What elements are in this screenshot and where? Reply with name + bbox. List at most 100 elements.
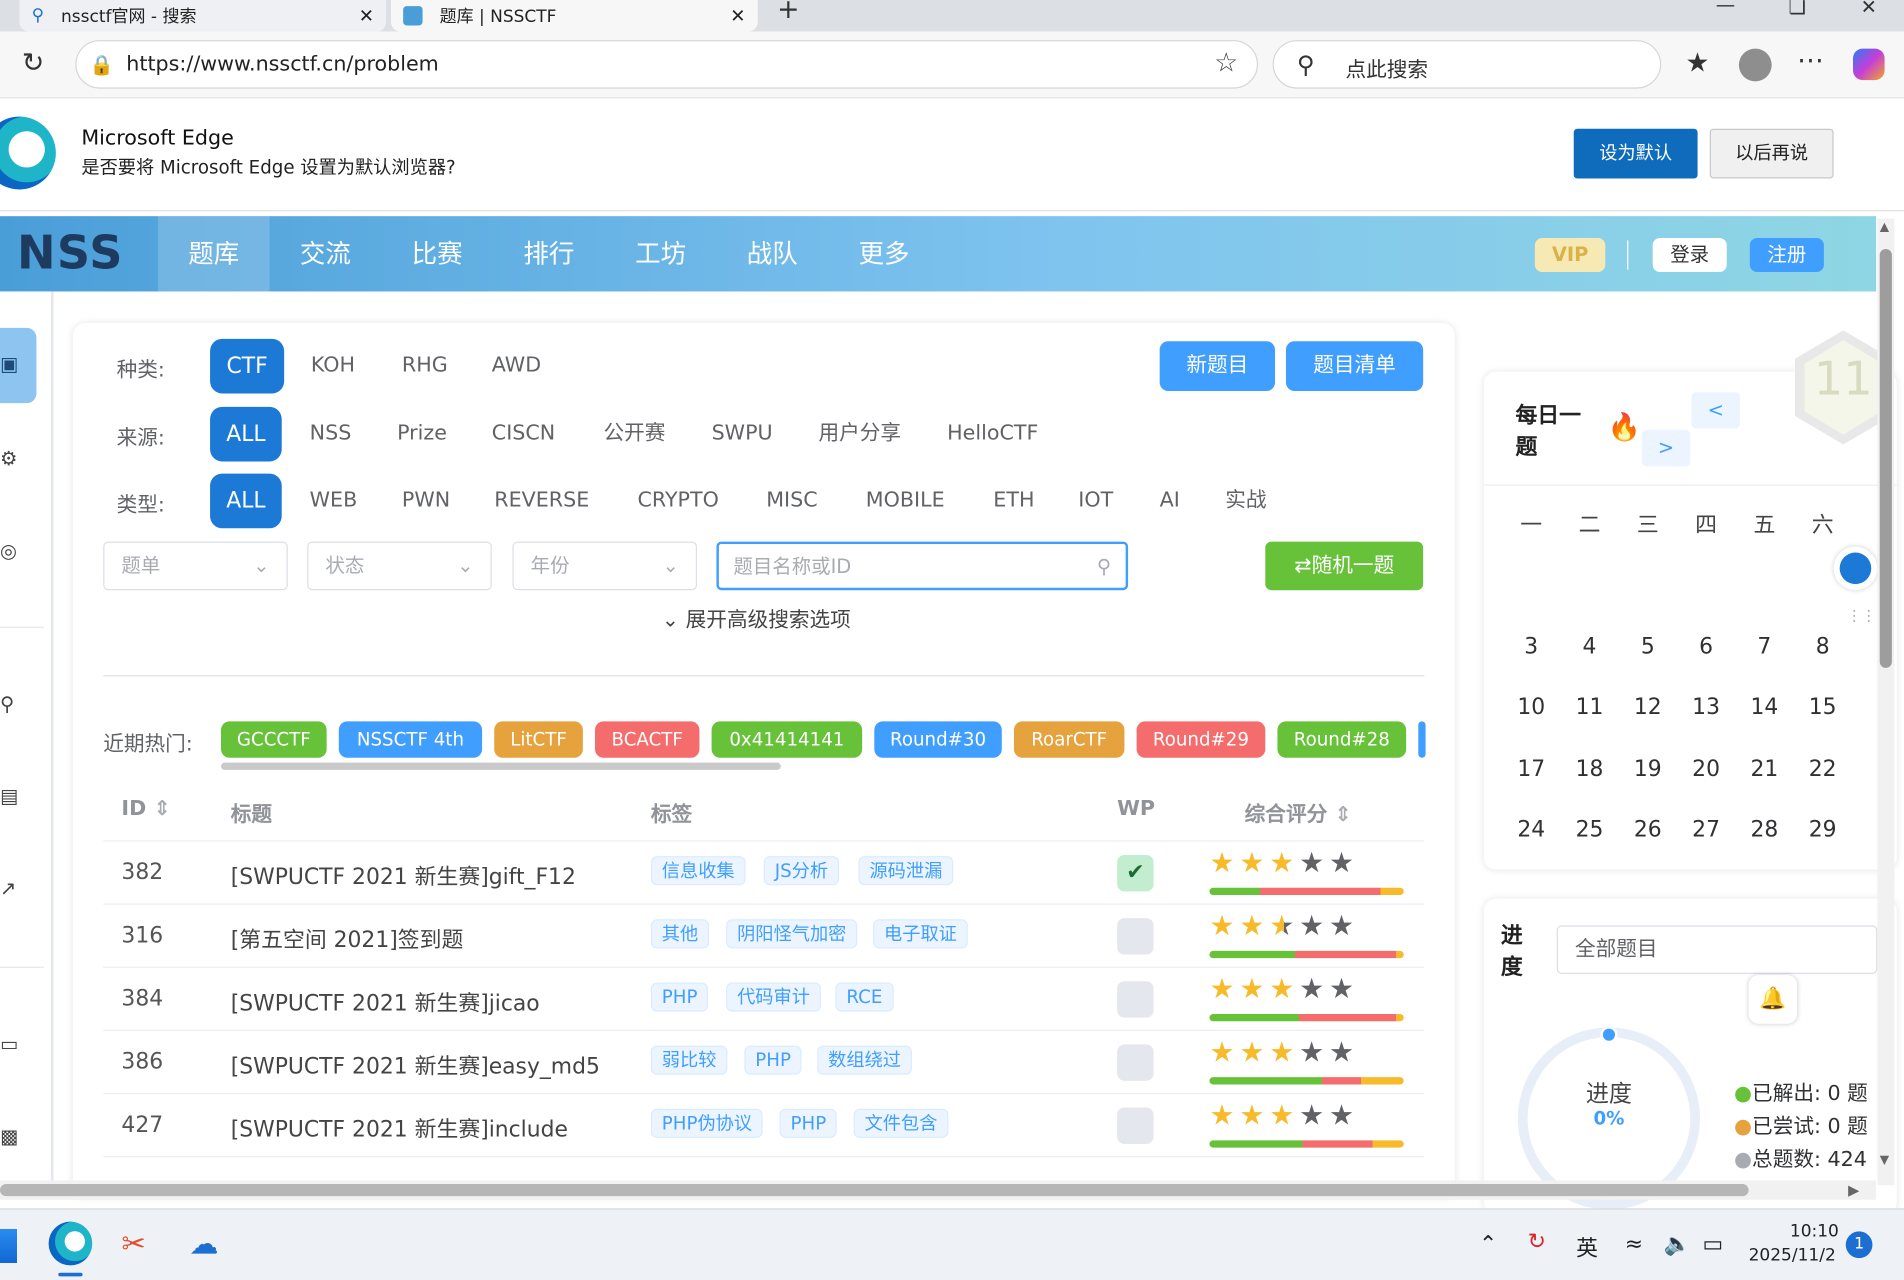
calendar-day[interactable]: 18 bbox=[1565, 757, 1614, 783]
calendar-day[interactable]: 6 bbox=[1682, 634, 1731, 660]
problem-tag[interactable]: JS分析 bbox=[763, 856, 840, 886]
problem-tag[interactable]: 弱比较 bbox=[650, 1045, 728, 1075]
random-problem-button[interactable]: ⇄随机一题 bbox=[1265, 541, 1424, 591]
horizontal-scroll-thumb[interactable] bbox=[0, 1184, 1749, 1197]
category-ctf[interactable]: CTF bbox=[210, 338, 285, 394]
list-select[interactable]: 题单 ⌄ bbox=[103, 541, 288, 591]
drag-handle-icon[interactable]: ⋮⋮ bbox=[1847, 607, 1876, 624]
problem-tag[interactable]: PHP bbox=[744, 1045, 802, 1075]
calendar-day[interactable]: 13 bbox=[1682, 695, 1731, 721]
browser-search-placeholder[interactable]: 点此搜索 bbox=[1345, 52, 1428, 82]
calendar-day[interactable]: 20 bbox=[1682, 757, 1731, 783]
problem-tag[interactable]: 其他 bbox=[650, 919, 710, 949]
nav-item-problems[interactable]: 题库 bbox=[157, 216, 270, 292]
source-nss[interactable]: NSS bbox=[310, 408, 352, 459]
column-header-id[interactable]: ID ⇕ bbox=[121, 797, 170, 826]
lock-icon[interactable]: 🔒 bbox=[90, 53, 114, 76]
problem-title[interactable]: [第五空间 2021]签到题 bbox=[231, 923, 464, 955]
source-public[interactable]: 公开赛 bbox=[604, 408, 666, 459]
calendar-day[interactable]: 17 bbox=[1507, 757, 1556, 783]
writeup-box[interactable] bbox=[1117, 1107, 1154, 1144]
cloud-app-icon[interactable]: ☁ bbox=[189, 1227, 218, 1261]
calendar-day[interactable]: 29 bbox=[1798, 817, 1847, 843]
calendar-day[interactable]: 10 bbox=[1507, 695, 1556, 721]
browser-tab-search[interactable]: ⚲ nssctf官网 - 搜索 ✕ bbox=[19, 0, 387, 32]
problem-title[interactable]: [SWPUCTF 2021 新生赛]gift_F12 bbox=[231, 860, 576, 892]
favorites-icon[interactable]: ★ bbox=[1685, 49, 1709, 79]
calendar-day[interactable]: 22 bbox=[1798, 757, 1847, 783]
vertical-scroll-thumb[interactable] bbox=[1879, 248, 1892, 668]
type-iot[interactable]: IOT bbox=[1078, 475, 1113, 526]
sort-icon[interactable]: ⇕ bbox=[1334, 803, 1351, 827]
problem-title[interactable]: [SWPUCTF 2021 新生赛]jicao bbox=[231, 986, 540, 1018]
sync-icon[interactable]: ↻ bbox=[1528, 1229, 1546, 1255]
hot-tag[interactable]: NSSCTF 4th bbox=[338, 721, 483, 758]
scroll-up-icon[interactable]: ▲ bbox=[1880, 221, 1889, 234]
calendar-day[interactable]: 3 bbox=[1507, 634, 1556, 660]
hot-tag[interactable]: Round#29 bbox=[1136, 721, 1266, 758]
site-logo[interactable]: NSS bbox=[17, 226, 124, 279]
later-button[interactable]: 以后再说 bbox=[1709, 128, 1834, 179]
next-month-button[interactable]: > bbox=[1641, 429, 1691, 467]
source-ciscn[interactable]: CISCN bbox=[492, 408, 555, 459]
arrow-icon[interactable]: ↗ bbox=[0, 877, 36, 904]
bell-icon[interactable]: 🔔 bbox=[1748, 975, 1798, 1024]
set-default-button[interactable]: 设为默认 bbox=[1573, 128, 1698, 179]
type-crypto[interactable]: CRYPTO bbox=[638, 475, 719, 526]
type-all[interactable]: ALL bbox=[210, 473, 282, 529]
nav-item-contests[interactable]: 比赛 bbox=[381, 216, 493, 291]
calendar-day[interactable]: 7 bbox=[1740, 634, 1789, 660]
status-select[interactable]: 状态 ⌄ bbox=[307, 541, 492, 591]
search-icon[interactable]: ⚲ bbox=[0, 692, 36, 719]
calendar-day[interactable]: 4 bbox=[1565, 634, 1614, 660]
sort-icon[interactable]: ⇕ bbox=[153, 797, 170, 821]
calendar-day[interactable]: 5 bbox=[1624, 634, 1673, 660]
problem-tag[interactable]: 阴阳怪气加密 bbox=[726, 919, 858, 949]
qrcode-icon[interactable]: ▩ bbox=[0, 1125, 36, 1152]
type-ai[interactable]: AI bbox=[1160, 475, 1180, 526]
problem-tag[interactable]: RCE bbox=[835, 982, 894, 1012]
close-tab-icon[interactable]: ✕ bbox=[730, 5, 745, 27]
new-problems-button[interactable]: 新题目 bbox=[1159, 341, 1276, 392]
scroll-right-icon[interactable]: ▶ bbox=[1848, 1182, 1859, 1199]
notification-badge[interactable]: 1 bbox=[1845, 1231, 1873, 1259]
type-web[interactable]: WEB bbox=[310, 475, 358, 526]
source-all[interactable]: ALL bbox=[210, 406, 282, 462]
close-tab-icon[interactable]: ✕ bbox=[359, 5, 374, 27]
problem-tag[interactable]: PHP伪协议 bbox=[650, 1108, 764, 1138]
snipping-tool-icon[interactable]: ✂ bbox=[121, 1227, 145, 1261]
calendar-day[interactable]: 21 bbox=[1740, 757, 1789, 783]
ime-indicator[interactable]: 英 bbox=[1576, 1231, 1598, 1263]
more-menu-icon[interactable]: ⋯ bbox=[1797, 46, 1824, 76]
calendar-day[interactable]: 25 bbox=[1565, 817, 1614, 843]
problem-tag[interactable]: PHP bbox=[650, 982, 709, 1012]
hot-tag[interactable]: Round#30 bbox=[874, 721, 1002, 758]
register-button[interactable]: 注册 bbox=[1749, 238, 1824, 273]
show-hidden-icons-button[interactable]: ⌃ bbox=[1479, 1231, 1497, 1257]
restore-window-button[interactable]: ❏ bbox=[1779, 0, 1815, 19]
clock-date[interactable]: 2025/11/2 bbox=[1749, 1246, 1836, 1265]
problem-tag[interactable]: 代码审计 bbox=[726, 982, 821, 1012]
problem-title[interactable]: [SWPUCTF 2021 新生赛]easy_md5 bbox=[231, 1049, 600, 1081]
hot-tag[interactable]: GCCCTF bbox=[221, 721, 327, 758]
clock-time[interactable]: 10:10 bbox=[1790, 1222, 1839, 1241]
hot-tag[interactable]: BCACTF bbox=[595, 721, 700, 758]
settings-icon[interactable]: ⚙ bbox=[0, 447, 36, 474]
writeup-box[interactable] bbox=[1117, 918, 1154, 955]
minimize-window-button[interactable]: — bbox=[1707, 0, 1743, 17]
nav-item-teams[interactable]: 战队 bbox=[716, 216, 828, 291]
writeup-check-icon[interactable]: ✔ bbox=[1117, 854, 1154, 892]
year-select[interactable]: 年份 ⌄ bbox=[512, 541, 698, 591]
problem-tag[interactable]: 电子取证 bbox=[873, 919, 968, 949]
source-swpu[interactable]: SWPU bbox=[712, 408, 773, 459]
calendar-day[interactable]: 14 bbox=[1740, 695, 1789, 721]
hot-tag[interactable]: Round#28 bbox=[1277, 721, 1407, 758]
close-window-button[interactable]: ✕ bbox=[1851, 0, 1887, 19]
problem-search-input[interactable]: 题目名称或ID ⚲ bbox=[716, 541, 1129, 591]
nav-item-more[interactable]: 更多 bbox=[828, 216, 940, 291]
calendar-day[interactable]: 12 bbox=[1624, 695, 1673, 721]
calendar-day[interactable]: 27 bbox=[1682, 817, 1731, 843]
calendar-day[interactable]: 19 bbox=[1624, 757, 1673, 783]
favorite-star-icon[interactable]: ☆ bbox=[1214, 49, 1238, 79]
problem-tag[interactable]: 信息收集 bbox=[650, 856, 746, 886]
